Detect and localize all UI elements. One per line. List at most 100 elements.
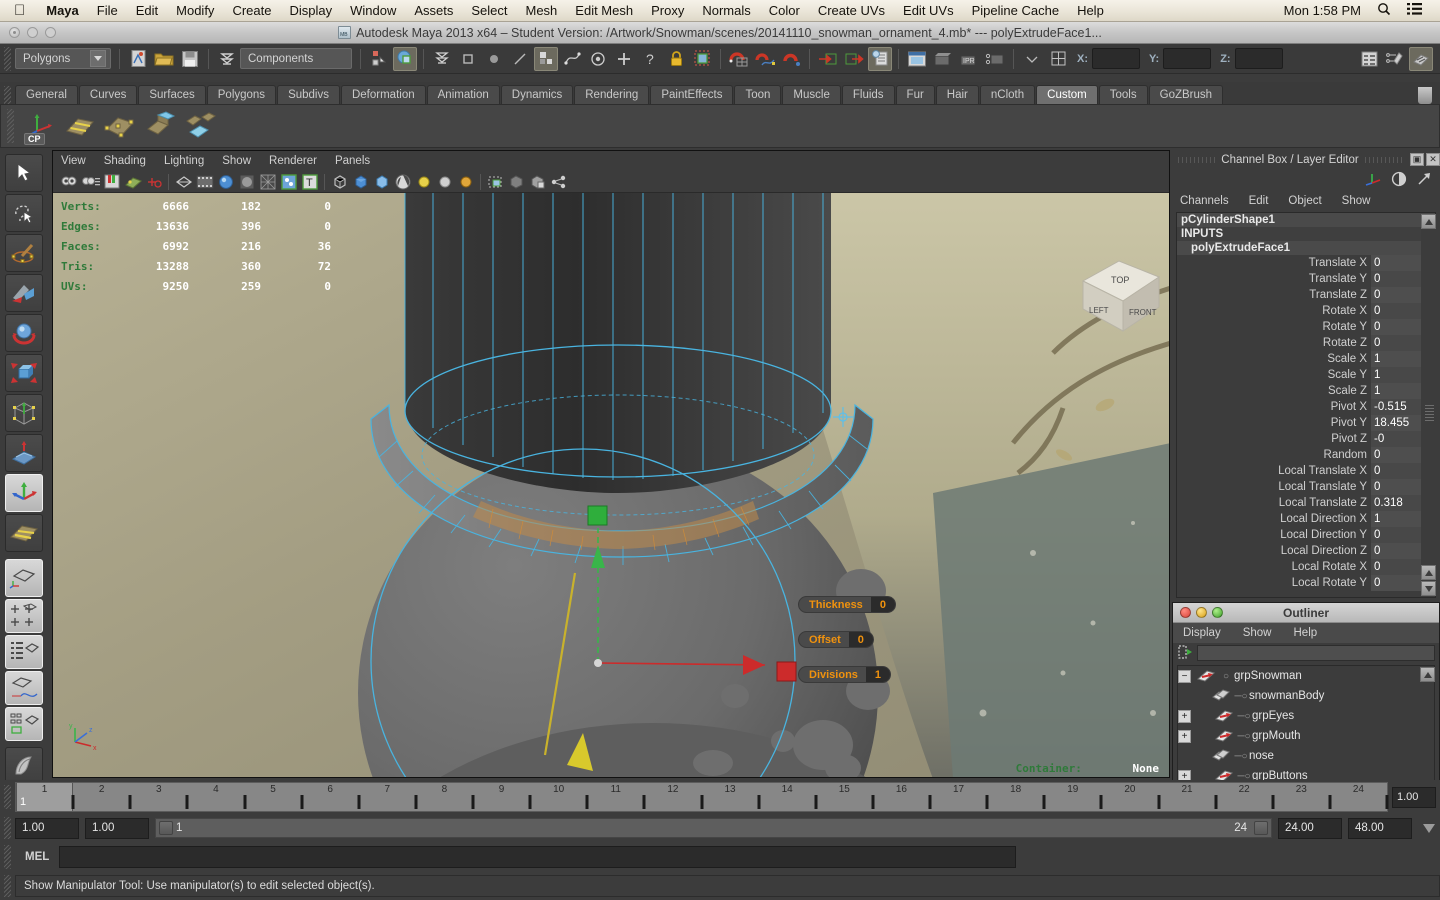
mel-label[interactable]: MEL	[15, 851, 59, 863]
channel-box-menu-edit[interactable]: Edit	[1249, 195, 1269, 207]
rotate-tool[interactable]	[5, 314, 43, 352]
soft-modification-tool[interactable]	[5, 434, 43, 472]
render-current-frame-icon[interactable]	[931, 47, 955, 71]
channel-row[interactable]: Translate Y0	[1177, 271, 1435, 287]
shaded-display-icon[interactable]	[196, 173, 214, 191]
channel-box-attribute-list[interactable]: pCylinderShape1 INPUTS polyExtrudeFace1 …	[1176, 212, 1436, 598]
save-scene-icon[interactable]	[178, 47, 202, 71]
scroll-up-icon[interactable]	[1421, 214, 1436, 229]
share-viewport-icon[interactable]	[550, 173, 568, 191]
image-plane-icon[interactable]	[124, 173, 142, 191]
wireframe-shading-icon[interactable]	[175, 173, 193, 191]
outliner-item[interactable]: + ─○ grpEyes	[1178, 706, 1434, 726]
isolate-box-icon[interactable]	[508, 173, 526, 191]
menuset-selector[interactable]: Polygons	[15, 48, 111, 69]
persp-graph-layout[interactable]	[5, 707, 43, 741]
shelf-tab-surfaces[interactable]: Surfaces	[138, 85, 206, 104]
channel-box-menu-show[interactable]: Show	[1342, 195, 1371, 207]
shelf-tab-custom[interactable]: Custom	[1036, 85, 1098, 104]
panel-drag-dots-right[interactable]	[1364, 156, 1403, 163]
collapse-icon[interactable]: −	[1178, 669, 1191, 683]
menu-mesh[interactable]: Mesh	[517, 3, 567, 18]
time-slider-track[interactable]: 1 1 2 3 4 5 6 7 8 9 10 11 12 13 14 15 16 17 18 19 20 21 22 23 2…	[15, 782, 1389, 812]
shelf-trash-icon[interactable]	[1418, 87, 1432, 104]
list-icon[interactable]	[1399, 3, 1430, 18]
scrollbar-grip[interactable]	[1425, 405, 1434, 421]
outliner-persp-layout[interactable]	[5, 635, 43, 669]
two-d-pan-zoom-icon[interactable]	[145, 173, 163, 191]
select-camera-icon[interactable]	[61, 173, 79, 191]
selection-mode-selector[interactable]: Components	[240, 48, 352, 69]
channel-row[interactable]: Local Direction Z0	[1177, 543, 1435, 559]
time-slider[interactable]: 1 1 2 3 4 5 6 7 8 9 10 11 12 13 14 15 16 17 18 19 20 21 22 23 2…	[0, 780, 1440, 814]
app-name-menu[interactable]: Maya	[37, 3, 88, 18]
hardware-texturing-icon[interactable]	[394, 173, 412, 191]
channel-box-expand-icon[interactable]	[1416, 171, 1432, 190]
xray-joints-icon[interactable]	[352, 173, 370, 191]
channel-row[interactable]: Local Translate X0	[1177, 463, 1435, 479]
render-settings-icon[interactable]	[983, 47, 1007, 71]
output-connections-icon[interactable]	[842, 47, 866, 71]
shelf-tab-fluids[interactable]: Fluids	[841, 85, 895, 104]
shelf-tab-animation[interactable]: Animation	[426, 85, 500, 104]
channel-row[interactable]: Rotate X0	[1177, 303, 1435, 319]
isolate-select-icon[interactable]	[487, 173, 505, 191]
menu-create[interactable]: Create	[223, 3, 280, 18]
menu-display[interactable]: Display	[280, 3, 341, 18]
scroll-down-icon[interactable]	[1421, 581, 1436, 596]
vertex-mask-icon[interactable]	[456, 47, 480, 71]
uv-mask-icon[interactable]	[534, 46, 558, 71]
channel-row[interactable]: Rotate Y0	[1177, 319, 1435, 335]
new-scene-icon[interactable]	[126, 47, 150, 71]
shelf-tab-dynamics[interactable]: Dynamics	[500, 85, 574, 104]
face-mask-icon[interactable]	[482, 47, 506, 71]
channel-box-menu-channels[interactable]: Channels	[1180, 195, 1229, 207]
menu-create-uvs[interactable]: Create UVs	[809, 3, 894, 18]
chevron-down-icon[interactable]	[1020, 47, 1044, 71]
selection-mask-icon[interactable]	[215, 47, 239, 71]
viewport-menu-panels[interactable]: Panels	[335, 155, 380, 167]
divisions-slider[interactable]: Divisions 1	[798, 666, 892, 683]
apple-icon[interactable]: 	[0, 3, 37, 18]
handle-mask-icon[interactable]	[612, 47, 636, 71]
shelf-tab-subdivs[interactable]: Subdivs	[277, 85, 340, 104]
ipr-render-icon[interactable]: IPR	[957, 47, 981, 71]
range-end-field[interactable]: 24.00	[1278, 817, 1342, 839]
channel-row[interactable]: Pivot X -0.515	[1177, 399, 1435, 415]
viewport-menu-renderer[interactable]: Renderer	[269, 155, 327, 167]
component-mask-icon[interactable]	[430, 47, 454, 71]
mel-input[interactable]	[59, 846, 1016, 868]
divisions-value[interactable]: 1	[865, 667, 891, 682]
wireframe-on-shaded-icon[interactable]	[259, 173, 277, 191]
select-by-object-type-icon[interactable]	[393, 46, 417, 71]
construction-history-icon[interactable]	[868, 46, 892, 71]
light-shadow-icon[interactable]	[457, 173, 475, 191]
channel-box-shape-name[interactable]: pCylinderShape1	[1177, 213, 1435, 227]
menu-select[interactable]: Select	[462, 3, 516, 18]
shelf-tab-tools[interactable]: Tools	[1098, 85, 1148, 104]
shelf-tab-muscle[interactable]: Muscle	[782, 85, 841, 104]
menu-edit-mesh[interactable]: Edit Mesh	[566, 3, 642, 18]
viewport-menu-show[interactable]: Show	[222, 155, 261, 167]
range-start-field[interactable]: 1.00	[85, 817, 149, 839]
curve-mask-icon[interactable]	[560, 47, 584, 71]
shelf-tab-rendering[interactable]: Rendering	[574, 85, 650, 104]
shelf-button-extrude[interactable]	[142, 109, 177, 144]
y-field[interactable]	[1163, 48, 1212, 69]
xray-display-icon[interactable]	[331, 173, 349, 191]
shelf-button-insert-edge-loop[interactable]	[62, 109, 97, 144]
channel-row[interactable]: Random 0	[1177, 447, 1435, 463]
channel-row[interactable]: Pivot Z -0	[1177, 431, 1435, 447]
offset-slider[interactable]: Offset 0	[798, 631, 874, 648]
misc-mask-icon[interactable]: ?	[638, 47, 662, 71]
range-slider-grip[interactable]	[4, 817, 11, 839]
channel-box-scrollbar[interactable]	[1421, 214, 1436, 596]
viewport-menu-view[interactable]: View	[61, 155, 96, 167]
shelf-button-detach-component[interactable]	[182, 109, 217, 144]
channel-row[interactable]: Scale X1	[1177, 351, 1435, 367]
shelf-tab-curves[interactable]: Curves	[78, 85, 138, 104]
smooth-shade-all-icon[interactable]	[217, 173, 235, 191]
channel-row[interactable]: Local Rotate X0	[1177, 559, 1435, 575]
hypergraph-persp-layout[interactable]	[5, 671, 43, 705]
undock-icon[interactable]: ▣	[1410, 153, 1425, 166]
